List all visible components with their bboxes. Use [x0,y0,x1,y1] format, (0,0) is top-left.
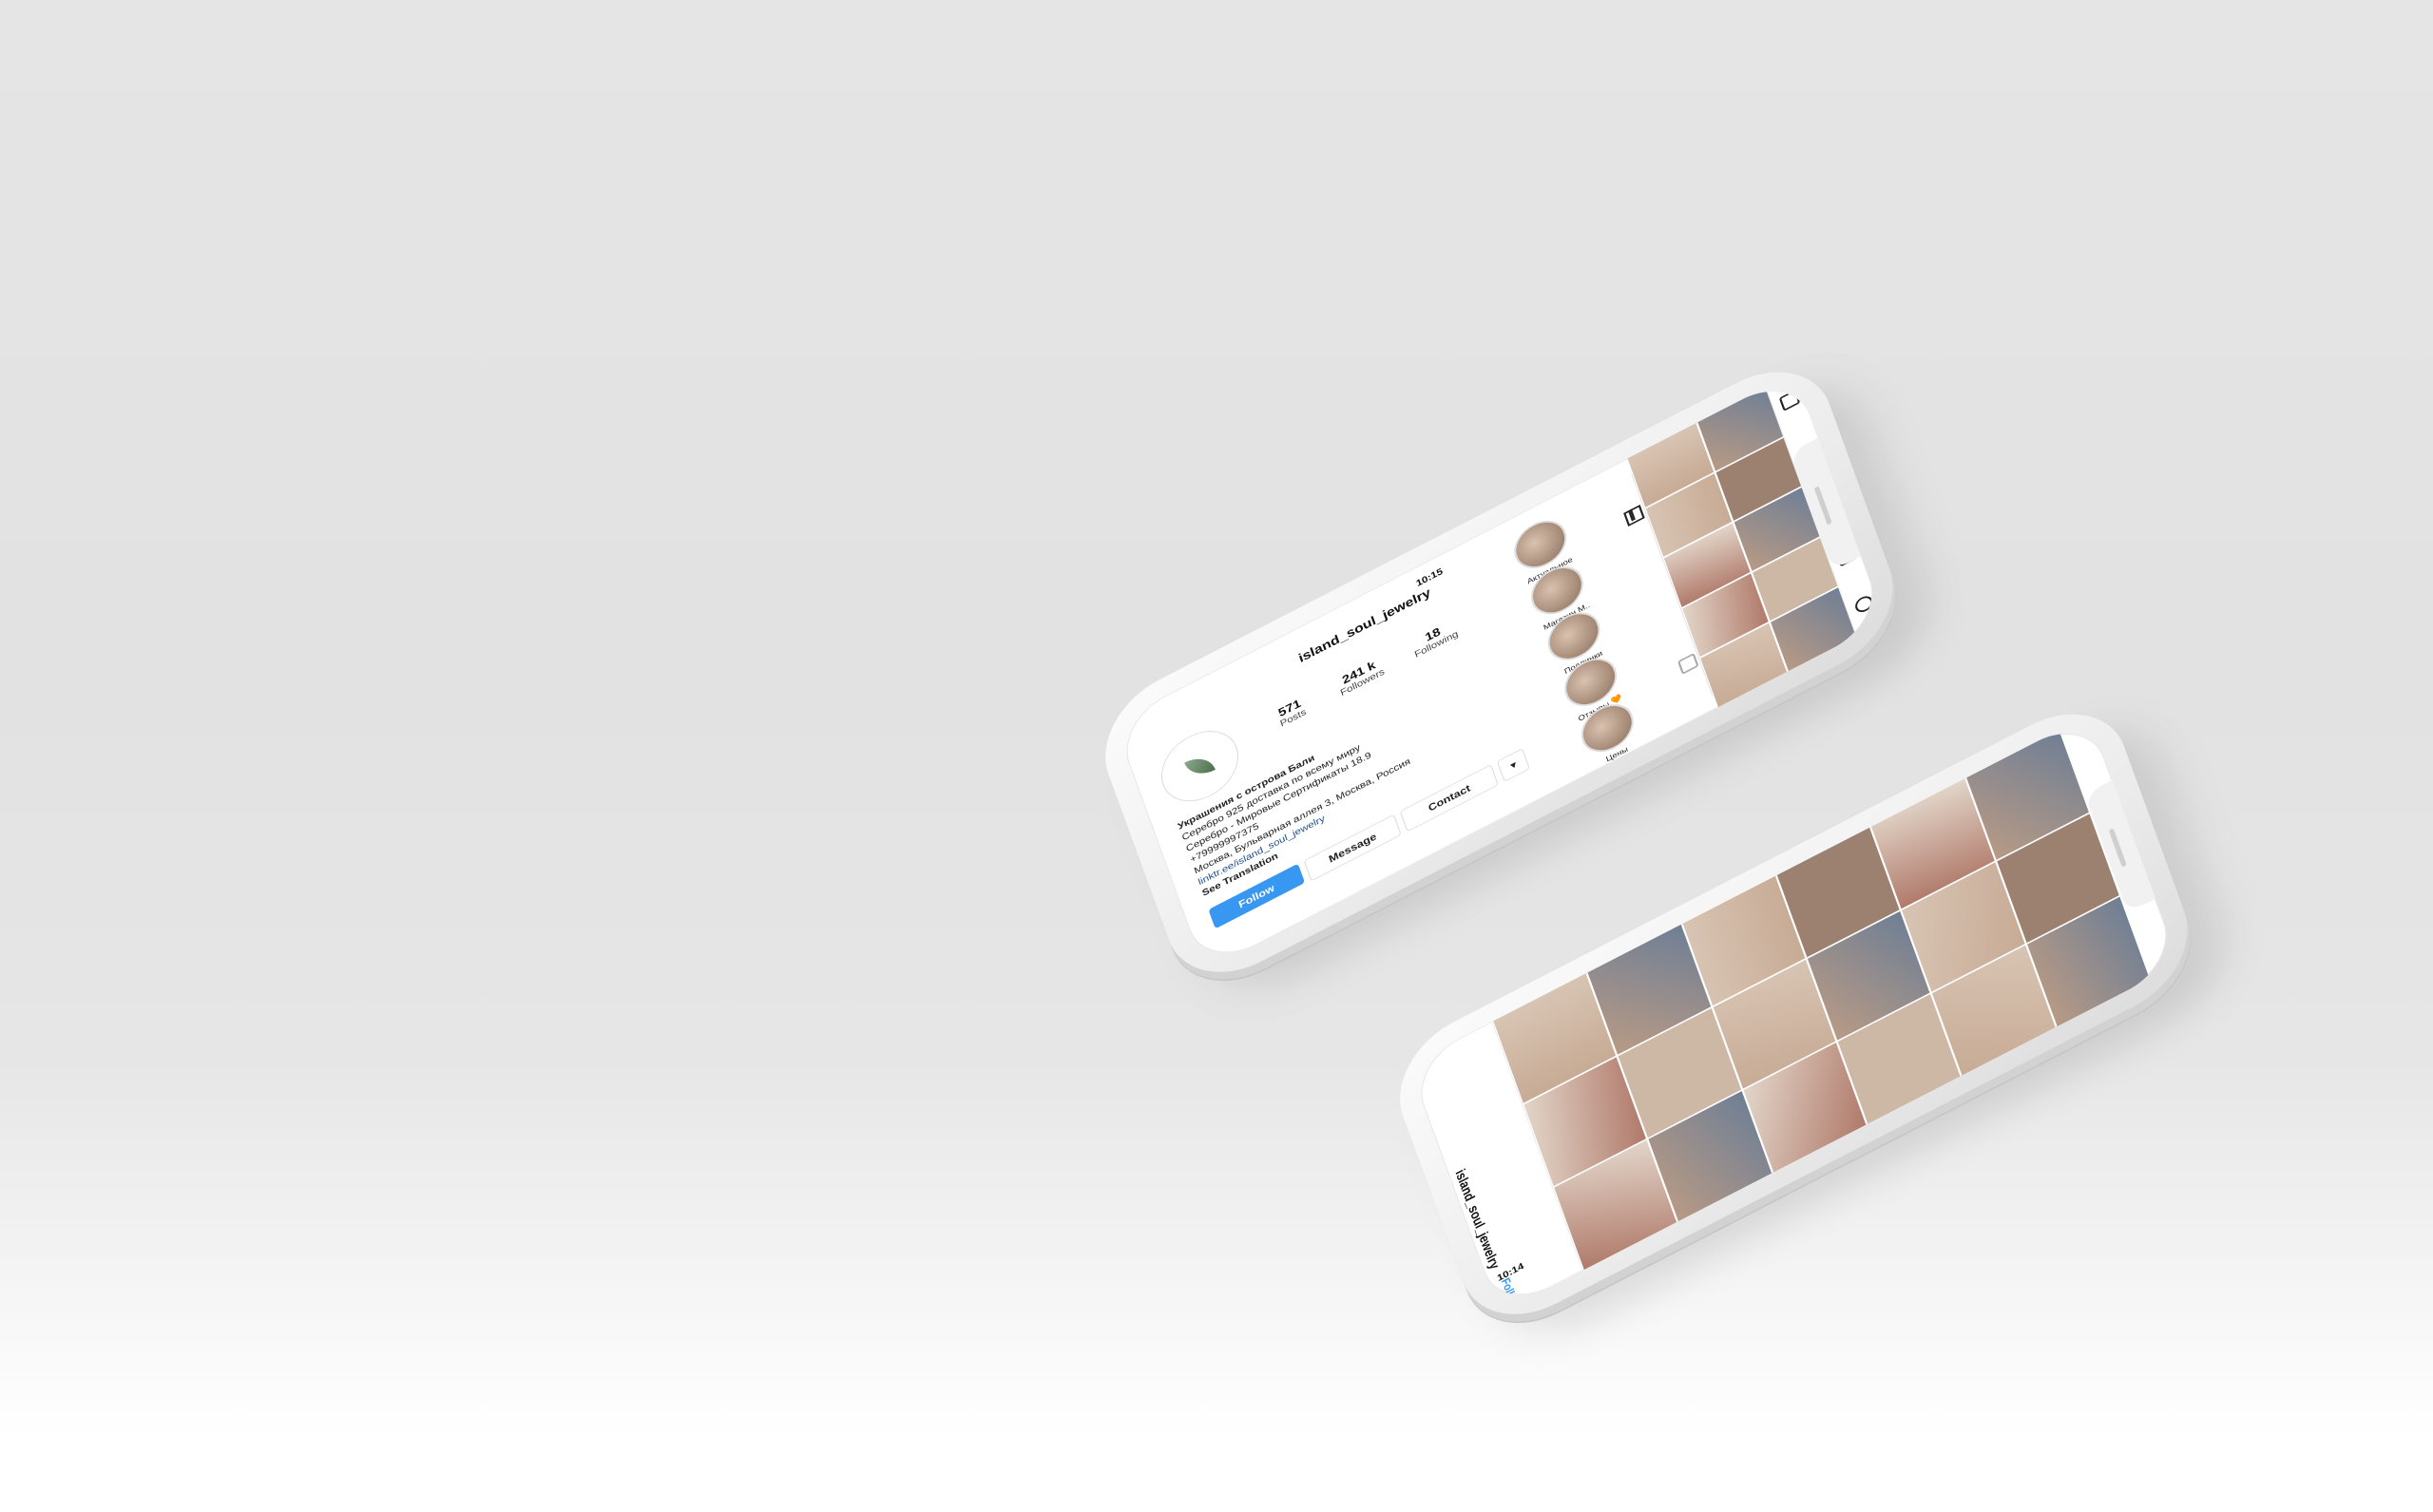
status-time: 10:15 [1414,566,1445,589]
stat-following[interactable]: 18 Following [1398,612,1470,666]
stat-posts[interactable]: 571 Posts [1255,685,1327,739]
profile-icon[interactable] [1852,593,1875,616]
follow-button[interactable]: Follow [1499,1275,1522,1311]
feed-username: island_soul_jewelry [1452,1166,1504,1273]
chevron-down-icon[interactable]: ▾ [1496,748,1530,782]
home-icon[interactable] [1778,389,1801,411]
phone-profile: 10:15 island_soul_jewelry 571 Posts 241 … [1087,346,1950,1014]
leaf-logo-icon [1184,750,1216,782]
tagged-icon[interactable] [1676,652,1699,675]
phone-feed: 10:14 island_soul_jewelry Follow [1382,688,2245,1356]
stat-followers[interactable]: 241 k Followers [1324,650,1396,704]
grid-icon[interactable] [1623,505,1645,527]
